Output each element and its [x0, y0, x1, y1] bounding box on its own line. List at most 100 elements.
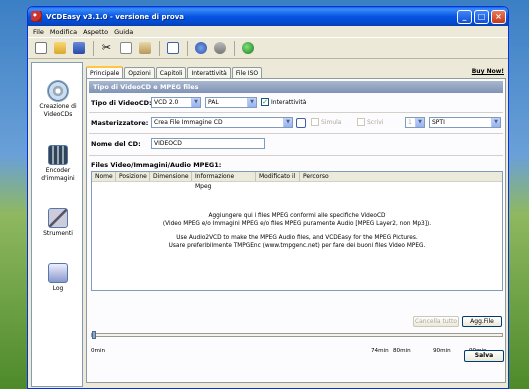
toolbar-separator: [159, 40, 160, 56]
aggiungi-file-button[interactable]: Agg.File: [462, 316, 502, 327]
sidebar-item-creazione[interactable]: Creazione di VideoCDs: [32, 81, 84, 119]
listview-header: Nome Posizione Dimensione Informazione M…: [92, 172, 502, 190]
sidebar-item-strumenti[interactable]: Strumenti: [32, 208, 84, 238]
minimize-button[interactable]: _: [457, 9, 472, 24]
chevron-down-icon: ▼: [491, 118, 500, 127]
empty-list-message: (Video MPEG e/o Immagini MPEG e/o files …: [162, 221, 432, 227]
new-button[interactable]: [32, 40, 49, 57]
log-icon: [48, 263, 68, 283]
masterizzatore-value: Crea File Immagine CD: [154, 119, 223, 126]
buy-now-link[interactable]: Buy Now!: [472, 68, 504, 75]
sidebar-item-label: Strumenti: [43, 230, 73, 237]
ruler-tick: 0min: [91, 348, 106, 354]
tab-principale[interactable]: Principale: [86, 66, 124, 78]
tipo-videocd-select[interactable]: VCD 2.0 ▼: [151, 97, 201, 108]
divider: [89, 155, 503, 156]
empty-list-message: Usare preferibilmente TMPGEnc (www.tmpge…: [168, 243, 426, 249]
toolbar-separator: [93, 40, 94, 56]
column-nome[interactable]: Nome: [92, 172, 116, 181]
capacity-track: [91, 333, 503, 337]
empty-list-message: Use Audio2VCD to make the MPEG Audio fil…: [176, 235, 418, 241]
globe-icon: [241, 42, 254, 54]
cut-button[interactable]: ✂: [98, 40, 115, 57]
maximize-button[interactable]: □: [474, 9, 489, 24]
column-posizione[interactable]: Posizione: [116, 172, 150, 181]
tab-file-iso[interactable]: File ISO: [231, 67, 263, 78]
format-select[interactable]: PAL ▼: [205, 97, 257, 108]
sidebar: Creazione di VideoCDs Encoder d'immagini…: [31, 62, 83, 387]
help-button[interactable]: [192, 40, 209, 57]
column-percorso[interactable]: Percorso: [300, 172, 340, 181]
sidebar-item-encoder[interactable]: Encoder d'immagini: [32, 145, 84, 183]
salva-button[interactable]: Salva: [464, 350, 504, 362]
tipo-videocd-value: VCD 2.0: [154, 99, 179, 106]
audio-button[interactable]: [211, 40, 228, 57]
tab-capitoli[interactable]: Capitoli: [155, 67, 187, 78]
open-folder-icon: [53, 42, 66, 54]
scrivi-checkbox[interactable]: Scrivi: [357, 118, 383, 126]
column-informazione-mpeg[interactable]: Informazione Mpeg: [192, 172, 256, 190]
files-section-label: Files Video/Immagini/Audio MPEG1:: [91, 161, 222, 169]
toolbar: ✂: [28, 37, 508, 59]
paste-button[interactable]: [136, 40, 153, 57]
empty-list-message: Aggiungere qui i files MPEG conformi all…: [208, 213, 386, 219]
divider: [89, 133, 503, 134]
sidebar-item-label: Encoder: [45, 167, 71, 174]
help-icon: [194, 42, 207, 54]
simula-checkbox[interactable]: Simula: [311, 118, 341, 126]
copy-button[interactable]: [117, 40, 134, 57]
simula-label: Simula: [321, 118, 342, 126]
toolbar-separator: [187, 40, 188, 56]
film-icon: [48, 145, 68, 165]
chevron-down-icon: ▼: [191, 98, 200, 107]
checkbox-box: [357, 118, 365, 126]
menu-modifica[interactable]: Modifica: [47, 28, 80, 36]
ruler-tick: 90min: [433, 348, 451, 354]
menu-file[interactable]: File: [30, 28, 47, 36]
cancella-tutto-button[interactable]: Cancella tutto: [413, 316, 459, 327]
burner-edit-button[interactable]: [295, 116, 307, 129]
web-button[interactable]: [239, 40, 256, 57]
floppy-icon: [72, 42, 85, 54]
tools-icon: [48, 208, 68, 228]
capacity-ruler: 0min 74min 80min 90min 99min: [91, 331, 503, 354]
sidebar-item-log[interactable]: Log: [32, 263, 84, 293]
tab-opzioni[interactable]: Opzioni: [124, 67, 155, 78]
speed-select[interactable]: 1 ▼: [405, 117, 425, 128]
interattivita-label: Interattività: [271, 98, 307, 106]
disc-icon: [48, 81, 68, 101]
title-bar[interactable]: VCDEasy v3.1.0 - versione di prova _ □ ×: [28, 7, 508, 26]
tab-bar: Principale Opzioni Capitoli Interattivit…: [86, 66, 506, 78]
ruler-tick: 80min: [393, 348, 411, 354]
app-window: VCDEasy v3.1.0 - versione di prova _ □ ×…: [27, 6, 509, 389]
nome-cd-input[interactable]: VIDEOCD: [151, 138, 265, 149]
paste-icon: [138, 42, 151, 54]
menu-bar: File Modifica Aspetto Guida: [28, 26, 508, 37]
tipo-videocd-label: Tipo di VideoCD:: [91, 99, 152, 107]
capacity-marker[interactable]: [92, 331, 96, 339]
menu-guida[interactable]: Guida: [111, 28, 136, 36]
checkbox-box: [311, 118, 319, 126]
new-document-icon: [34, 42, 47, 54]
interattivita-checkbox[interactable]: ✓ Interattività: [261, 98, 306, 106]
scissors-icon: ✂: [101, 41, 112, 54]
checkmark-icon: ✓: [261, 98, 269, 106]
tab-interattivita[interactable]: Interattività: [187, 67, 231, 78]
scrivi-label: Scrivi: [367, 118, 384, 126]
edit-button[interactable]: [164, 40, 181, 57]
save-toolbar-button[interactable]: [70, 40, 87, 57]
open-button[interactable]: [51, 40, 68, 57]
tab-page-principale: Tipo di VideoCD e MPEG files Tipo di Vid…: [86, 78, 506, 383]
divider: [89, 112, 503, 113]
chevron-down-icon: ▼: [283, 118, 292, 127]
column-modificato[interactable]: Modificato il: [256, 172, 300, 181]
speaker-icon: [213, 42, 226, 54]
menu-aspetto[interactable]: Aspetto: [80, 28, 111, 36]
driver-select[interactable]: SPTI ▼: [429, 117, 501, 128]
column-dimensione[interactable]: Dimensione: [150, 172, 192, 181]
close-button[interactable]: ×: [491, 9, 506, 24]
main-content: Principale Opzioni Capitoli Interattivit…: [86, 66, 506, 386]
nome-cd-label: Nome del CD:: [91, 140, 141, 148]
files-listview[interactable]: Nome Posizione Dimensione Informazione M…: [91, 171, 503, 291]
masterizzatore-select[interactable]: Crea File Immagine CD ▼: [151, 117, 293, 128]
